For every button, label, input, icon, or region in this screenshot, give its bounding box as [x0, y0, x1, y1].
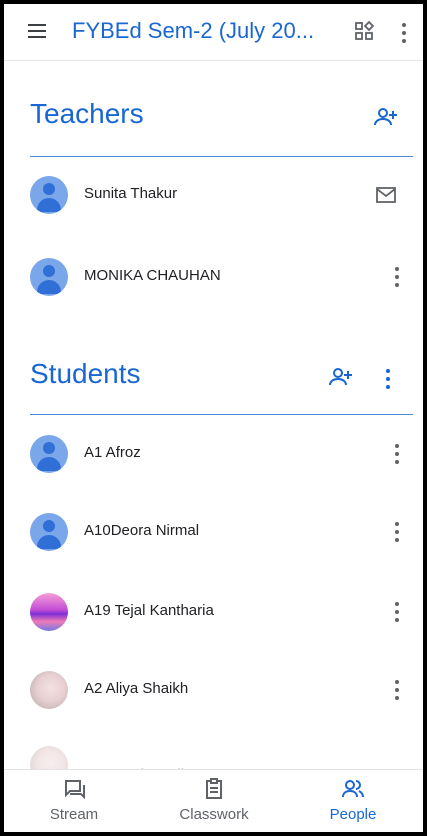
- student-name: A2 Aliya Shaikh: [84, 680, 189, 697]
- classwork-icon: [203, 778, 225, 805]
- top-app-bar: FYBEd Sem-2 (July 20...: [4, 4, 423, 61]
- student-name: A10Deora Nirmal: [84, 522, 200, 539]
- class-title: FYBEd Sem-2 (July 20...: [72, 18, 315, 43]
- more-vert-icon[interactable]: [395, 522, 399, 542]
- bottom-navigation: Stream Classwork People: [4, 769, 423, 832]
- nav-classwork[interactable]: Classwork: [144, 770, 284, 832]
- avatar: [30, 593, 68, 631]
- more-vert-icon[interactable]: [386, 369, 390, 389]
- student-row[interactable]: A1 Afroz: [4, 426, 423, 482]
- more-vert-icon[interactable]: [395, 602, 399, 622]
- display-icon[interactable]: [354, 20, 375, 46]
- nav-label: People: [329, 806, 377, 823]
- people-icon: [342, 778, 364, 805]
- avatar: [30, 258, 68, 296]
- nav-label: Classwork: [179, 806, 249, 823]
- teacher-name: Sunita Thakur: [84, 185, 178, 202]
- student-row[interactable]: A19 Tejal Kantharia: [4, 584, 423, 640]
- student-row[interactable]: A2 Aliya Shaikh: [4, 662, 423, 718]
- person-add-icon[interactable]: [374, 107, 398, 132]
- teacher-row[interactable]: MONIKA CHAUHAN: [4, 249, 423, 305]
- person-add-icon[interactable]: [329, 367, 353, 392]
- more-vert-icon[interactable]: [402, 23, 406, 43]
- avatar: [30, 671, 68, 709]
- app-screen: FYBEd Sem-2 (July 20... Teachers Sunita …: [4, 4, 423, 832]
- students-title: Students: [30, 358, 141, 389]
- students-divider: [30, 414, 413, 415]
- teachers-section-header: Teachers: [4, 98, 423, 138]
- teacher-row[interactable]: Sunita Thakur: [4, 167, 423, 223]
- nav-people[interactable]: People: [283, 770, 423, 832]
- student-name: A19 Tejal Kantharia: [84, 602, 214, 619]
- more-vert-icon[interactable]: [395, 267, 399, 287]
- hamburger-icon[interactable]: [28, 24, 46, 38]
- avatar: [30, 435, 68, 473]
- teachers-divider: [30, 156, 413, 157]
- student-name: A1 Afroz: [84, 444, 141, 461]
- teacher-name: MONIKA CHAUHAN: [84, 267, 221, 284]
- stream-icon: [63, 778, 85, 805]
- nav-stream[interactable]: Stream: [4, 770, 144, 832]
- student-row[interactable]: A10Deora Nirmal: [4, 504, 423, 560]
- teachers-title: Teachers: [30, 98, 144, 129]
- nav-label: Stream: [49, 806, 99, 823]
- avatar: [30, 513, 68, 551]
- more-vert-icon[interactable]: [395, 680, 399, 700]
- avatar: [30, 176, 68, 214]
- students-section-header: Students: [4, 358, 423, 398]
- email-icon[interactable]: [376, 187, 396, 208]
- more-vert-icon[interactable]: [395, 444, 399, 464]
